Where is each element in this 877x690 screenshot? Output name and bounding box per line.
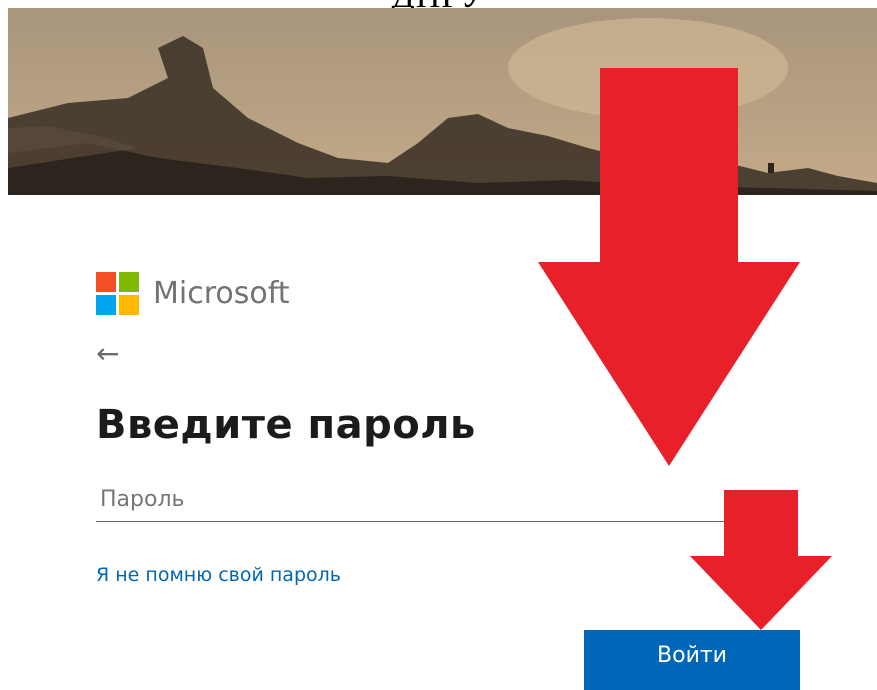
logo-square-blue [96,295,116,315]
microsoft-windows-icon [96,272,139,315]
logo-square-red [96,272,116,292]
red-down-arrow-small-icon [690,490,832,630]
password-input[interactable] [96,478,736,522]
red-down-arrow-icon [538,68,800,466]
logo-square-yellow [119,295,139,315]
back-arrow-icon[interactable]: ← [96,340,119,368]
page-title: Введите пароль [96,402,476,448]
forgot-password-link[interactable]: Я не помню свой пароль [96,564,341,586]
logo-square-green [119,272,139,292]
signin-button[interactable]: Войти [584,630,800,690]
cropped-caption-text: ДПРУ [0,0,877,8]
brand-name: Microsoft [153,276,290,311]
microsoft-logo: Microsoft [96,272,290,315]
